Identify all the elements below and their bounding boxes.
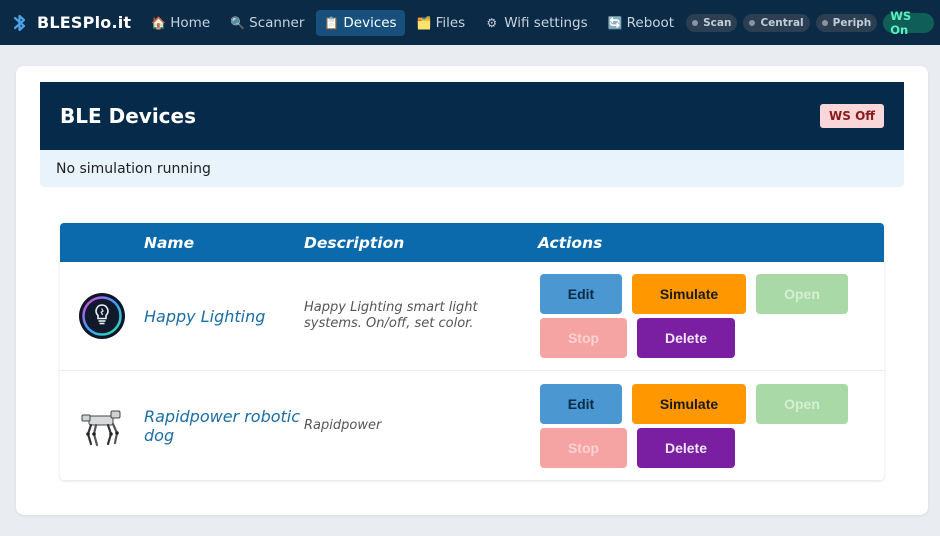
clipboard-icon: 📋: [324, 15, 340, 30]
folder-icon: 🗂️: [416, 15, 432, 30]
simulation-status: No simulation running: [40, 150, 904, 187]
simulate-button[interactable]: Simulate: [632, 383, 746, 424]
column-actions: Actions: [538, 233, 603, 252]
nav-devices-label: Devices: [343, 14, 397, 31]
central-status-label: Central: [760, 16, 804, 29]
lightbulb-icon: [79, 293, 125, 339]
device-image-cell: [60, 292, 144, 340]
gear-icon: ⚙: [486, 15, 498, 30]
nav-scanner[interactable]: 🔍 Scanner: [222, 10, 312, 36]
table-row: Rapidpower robotic dog Rapidpower Edit S…: [60, 371, 884, 480]
central-status-dot: [749, 19, 756, 26]
stop-button[interactable]: Stop: [540, 318, 627, 358]
nav-devices[interactable]: 📋 Devices: [316, 9, 405, 36]
robot-dog-image: [81, 410, 121, 446]
top-navbar: BLESPlo.it 🏠 Home 🔍 Scanner 📋 Devices 🗂️…: [0, 0, 940, 45]
device-image-cell: [60, 403, 144, 449]
nav-wifi-settings[interactable]: ⚙ Wifi settings: [477, 10, 595, 36]
house-icon: 🏠: [151, 15, 167, 30]
device-description: Rapidpower: [304, 417, 382, 433]
table-header: Name Description Actions: [60, 223, 884, 262]
delete-button[interactable]: Delete: [637, 427, 735, 468]
edit-button[interactable]: Edit: [540, 274, 622, 314]
device-name[interactable]: Happy Lighting: [144, 307, 304, 326]
nav-files-label: Files: [435, 14, 466, 31]
nav-wifi-settings-label: Wifi settings: [504, 14, 588, 31]
devices-header: BLE Devices WS Off: [40, 82, 904, 150]
simulate-button[interactable]: Simulate: [632, 274, 746, 314]
open-button[interactable]: Open: [756, 383, 848, 424]
delete-button[interactable]: Delete: [637, 318, 735, 358]
device-actions: Edit Simulate Open Stop Delete: [538, 274, 884, 358]
devices-card: BLE Devices WS Off No simulation running…: [16, 66, 928, 515]
device-name[interactable]: Rapidpower robotic dog: [144, 407, 304, 445]
brand-name: BLESPlo.it: [37, 13, 132, 32]
nav-home[interactable]: 🏠 Home: [143, 10, 218, 36]
ws-off-badge: WS Off: [820, 104, 884, 128]
ws-status-pill: WS On: [883, 9, 934, 37]
column-name: Name: [144, 233, 195, 252]
search-icon: 🔍: [230, 15, 246, 30]
scan-status-pill: Scan: [686, 13, 738, 32]
column-description: Description: [304, 233, 405, 252]
device-actions: Edit Simulate Open Stop Delete: [538, 383, 884, 468]
ws-status-label: WS On: [890, 8, 912, 37]
devices-table: Name Description Actions Happy Lighting …: [60, 223, 884, 480]
periph-status-dot: [821, 19, 828, 26]
nav-scanner-label: Scanner: [249, 14, 305, 31]
nav-reboot[interactable]: 🔄 Reboot: [600, 10, 682, 36]
open-button[interactable]: Open: [756, 274, 848, 314]
device-description: Happy Lighting smart light systems. On/o…: [304, 300, 478, 331]
nav-reboot-label: Reboot: [626, 14, 675, 31]
periph-status-pill: Periph: [815, 13, 878, 32]
nav-files[interactable]: 🗂️ Files: [409, 10, 474, 36]
edit-button[interactable]: Edit: [540, 383, 622, 424]
scan-status-dot: [692, 19, 699, 26]
central-status-pill: Central: [743, 13, 810, 32]
page-title: BLE Devices: [60, 104, 196, 128]
stop-button[interactable]: Stop: [540, 427, 627, 468]
refresh-icon: 🔄: [607, 15, 623, 30]
brand[interactable]: BLESPlo.it: [12, 13, 131, 33]
nav-home-label: Home: [170, 14, 211, 31]
bluetooth-icon: [13, 14, 26, 31]
table-row: Happy Lighting Happy Lighting smart ligh…: [60, 262, 884, 371]
scan-status-label: Scan: [703, 16, 732, 29]
periph-status-label: Periph: [832, 16, 872, 29]
